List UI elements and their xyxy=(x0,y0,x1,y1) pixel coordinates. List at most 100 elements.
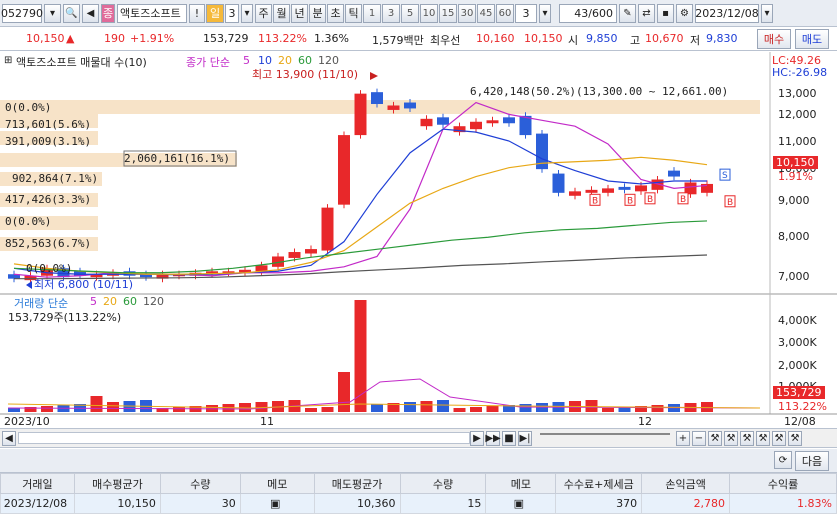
forward-icon[interactable]: ▶▶ xyxy=(485,430,501,446)
y-tick-8000: 8,000 xyxy=(778,230,810,243)
tab-minute-10[interactable]: 10 xyxy=(420,3,438,23)
signal-label: S xyxy=(722,171,728,181)
tab-period-4[interactable]: 초 xyxy=(327,3,344,23)
zoom-out-icon[interactable]: − xyxy=(692,430,706,446)
search-icon[interactable]: 🔍 xyxy=(63,3,80,23)
interval-field[interactable]: 3 xyxy=(515,3,537,23)
best-label: 최우선 xyxy=(430,34,461,47)
next-button[interactable]: 다음 xyxy=(795,451,829,471)
play-icon[interactable]: ▶ xyxy=(470,430,484,446)
vol-ma-5: 5 xyxy=(90,295,97,308)
vol-tick-2000k: 2,000K xyxy=(778,359,817,372)
cell-buy-qty: 30 xyxy=(159,493,241,514)
candle xyxy=(305,249,317,254)
tab-minute-60[interactable]: 60 xyxy=(496,3,514,23)
range-label: 6,420,148(50.2%)(13,300.00 ~ 12,661.00) xyxy=(470,85,729,98)
chart-tool-icon-5[interactable]: ⚒ xyxy=(772,430,786,446)
tab-minute-30[interactable]: 30 xyxy=(458,3,476,23)
tab-period-2[interactable]: 년 xyxy=(291,3,308,23)
refresh-icon[interactable]: ⟳ xyxy=(774,451,792,469)
candle xyxy=(288,252,301,258)
date-field[interactable]: 2023/12/08 xyxy=(695,3,759,23)
col-return: 수익률 xyxy=(729,473,837,494)
candle xyxy=(371,92,383,105)
up-arrow-icon: ▲ xyxy=(66,32,75,45)
tab-period-5[interactable]: 틱 xyxy=(345,3,362,23)
tab-minute-1[interactable]: 1 xyxy=(363,3,381,23)
tab-period-0[interactable]: 주 xyxy=(255,3,272,23)
chart-scrollbar[interactable]: ◀ ▶ ▶▶ ■ ▶| + − ⚒ ⚒ ⚒ ⚒ ⚒ ⚒ xyxy=(0,428,837,448)
period-tabs: 주월년분초틱 xyxy=(255,3,363,23)
sell-button[interactable]: 매도 xyxy=(795,29,829,49)
scroll-left-icon[interactable]: ◀ xyxy=(2,430,16,446)
vol-ma-60: 60 xyxy=(123,295,137,308)
chart-tool-icon-3[interactable]: ⚒ xyxy=(740,430,754,446)
tab-minute-5[interactable]: 5 xyxy=(401,3,419,23)
candle xyxy=(552,173,565,193)
volume-bar xyxy=(420,401,433,412)
stop-icon[interactable]: ■ xyxy=(502,430,516,446)
price-chart[interactable]: SBBBBB ⊞ 액토즈소프트 매물대 수(10) 종가 단순 5 10 20 … xyxy=(0,52,837,428)
chart-tool-icon-4[interactable]: ⚒ xyxy=(756,430,770,446)
gear-icon[interactable]: ⚙ xyxy=(676,3,693,23)
zoom-slider[interactable] xyxy=(540,433,670,443)
zoom-in-icon[interactable]: + xyxy=(676,430,690,446)
period-count-field[interactable]: 3 xyxy=(225,3,239,23)
dropdown-icon[interactable]: ▾ xyxy=(44,3,61,23)
open-price: 9,850 xyxy=(586,32,618,45)
chart-link-icon[interactable]: ⇄ xyxy=(638,3,655,23)
x-label-nov: 11 xyxy=(260,415,274,428)
chevron-down-icon[interactable]: ▾ xyxy=(241,3,253,23)
step-icon[interactable]: ▶| xyxy=(518,430,532,446)
y-tick-11000: 11,000 xyxy=(778,135,817,148)
buy-button[interactable]: 매수 xyxy=(757,29,791,49)
tab-period-1[interactable]: 월 xyxy=(273,3,290,23)
candle xyxy=(668,170,680,177)
memo-icon[interactable]: ▣ xyxy=(239,493,315,514)
candle xyxy=(354,93,367,136)
alert-button[interactable]: ! xyxy=(189,3,205,23)
quote-amount: 1,579백만 xyxy=(372,34,424,47)
scroll-track[interactable] xyxy=(18,432,470,444)
candle xyxy=(486,120,499,124)
save-icon[interactable]: ▪ xyxy=(657,3,674,23)
chart-tool-icon-1[interactable]: ⚒ xyxy=(708,430,722,446)
volume-bar xyxy=(486,406,499,412)
chart-tool-icon-2[interactable]: ⚒ xyxy=(724,430,738,446)
tab-minute-15[interactable]: 15 xyxy=(439,3,457,23)
profile-8: 0(0.0%) xyxy=(26,262,73,275)
cell-buy-avg: 10,150 xyxy=(73,493,161,514)
vol-tick-3000k: 3,000K xyxy=(778,336,817,349)
table-row[interactable]: 2023/12/08 10,150 30 ▣ 10,360 15 ▣ 370 2… xyxy=(0,493,837,514)
stock-name-field[interactable]: 액토즈소프트 xyxy=(117,3,187,23)
x-label-oct: 2023/10 xyxy=(4,415,50,428)
stock-code-field[interactable]: 052790 xyxy=(1,3,43,23)
high-price: 10,670 xyxy=(645,32,684,45)
candle xyxy=(519,115,532,136)
tab-minute-45[interactable]: 45 xyxy=(477,3,495,23)
volume-bar xyxy=(321,407,334,412)
calendar-icon[interactable]: ▾ xyxy=(761,3,773,23)
tool-icon[interactable]: ✎ xyxy=(619,3,636,23)
x-label-end: 12/08 xyxy=(784,415,816,428)
candle xyxy=(338,135,350,205)
cell-sell-avg: 10,360 xyxy=(313,493,401,514)
signal-label: B xyxy=(680,195,686,205)
trade-table: 거래일 매수평균가 수량 메모 매도평균가 수량 메모 수수료+제세금 손익금액… xyxy=(0,473,837,514)
trade-toolbar: ⟳ 다음 xyxy=(0,449,837,473)
memo-icon[interactable]: ▣ xyxy=(485,493,557,514)
tab-daily[interactable]: 일 xyxy=(206,3,224,23)
volume-bar xyxy=(470,407,482,412)
page-count-field[interactable]: 43/600 xyxy=(559,3,617,23)
vol-ma-20: 20 xyxy=(103,295,117,308)
chevron-down-icon[interactable]: ▾ xyxy=(539,3,551,23)
volume-bar xyxy=(305,408,317,412)
tab-period-3[interactable]: 분 xyxy=(309,3,326,23)
chart-tool-icon-6[interactable]: ⚒ xyxy=(788,430,802,446)
speaker-icon[interactable]: ◀ xyxy=(82,3,99,23)
candle xyxy=(602,188,614,193)
ma-label: 종가 단순 xyxy=(186,56,230,69)
tab-minute-3[interactable]: 3 xyxy=(382,3,400,23)
candle xyxy=(618,186,631,190)
chart-canvas[interactable]: S B B B B B xyxy=(0,52,837,428)
